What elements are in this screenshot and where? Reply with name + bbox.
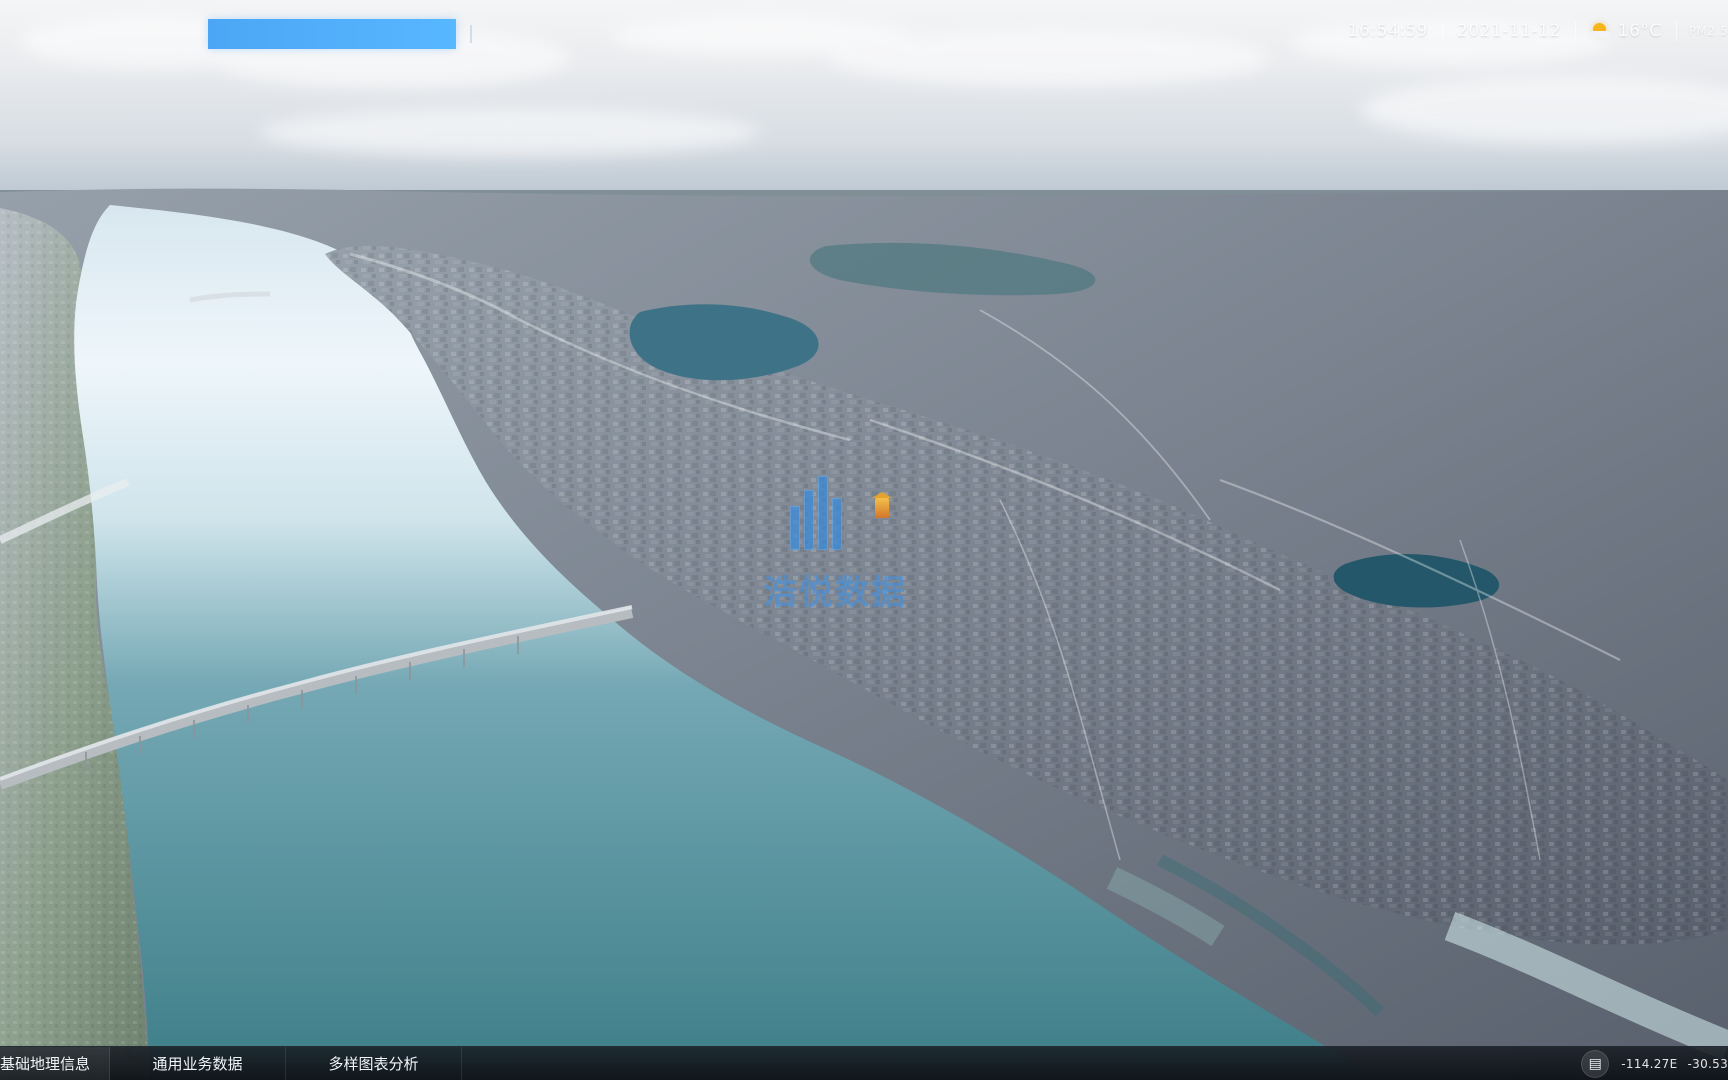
air-quality-label: PM2.5	[1688, 24, 1728, 38]
tab-business-data[interactable]: 通用业务数据	[110, 1047, 286, 1080]
tab-label: 基础地理信息	[0, 1055, 91, 1073]
temperature-display: 16°C	[1617, 21, 1662, 41]
map-screen: 16:54:59 2021-11-12 16°C PM2.5 浩悦数据 基础地理…	[0, 0, 1728, 1080]
longitude-value: -114.27E	[1621, 1056, 1678, 1071]
status-divider	[1574, 21, 1576, 41]
status-divider	[1442, 21, 1443, 41]
layers-icon[interactable]: ▤	[1581, 1049, 1610, 1078]
coordinate-values: -114.27E -30.53	[1621, 1057, 1728, 1071]
weather-temperature: 16°C	[1589, 21, 1662, 41]
date-display: 2021-11-12	[1457, 21, 1561, 41]
tab-label: 多样图表分析	[328, 1055, 419, 1073]
tab-label: 通用业务数据	[152, 1055, 243, 1073]
status-divider	[1675, 21, 1677, 41]
latitude-value: -30.53	[1687, 1056, 1728, 1071]
tab-basic-geography[interactable]: 基础地理信息	[0, 1047, 110, 1080]
map-illustration	[0, 0, 1728, 1080]
tab-chart-analysis[interactable]: 多样图表分析	[286, 1047, 462, 1080]
bottom-navigation: 基础地理信息 通用业务数据 多样图表分析 ▤ -114.27E -30.53	[0, 1046, 1728, 1080]
coordinate-display: ▤ -114.27E -30.53	[1528, 1047, 1728, 1080]
map-canvas[interactable]	[0, 0, 1728, 1080]
search-accent-bar[interactable]	[208, 19, 472, 49]
status-bar: 16:54:59 2021-11-12 16°C PM2.5	[1348, 21, 1728, 41]
time-display: 16:54:59	[1347, 21, 1428, 41]
sun-cloud-icon	[1589, 22, 1610, 40]
cloud-icon-part	[1589, 31, 1610, 38]
